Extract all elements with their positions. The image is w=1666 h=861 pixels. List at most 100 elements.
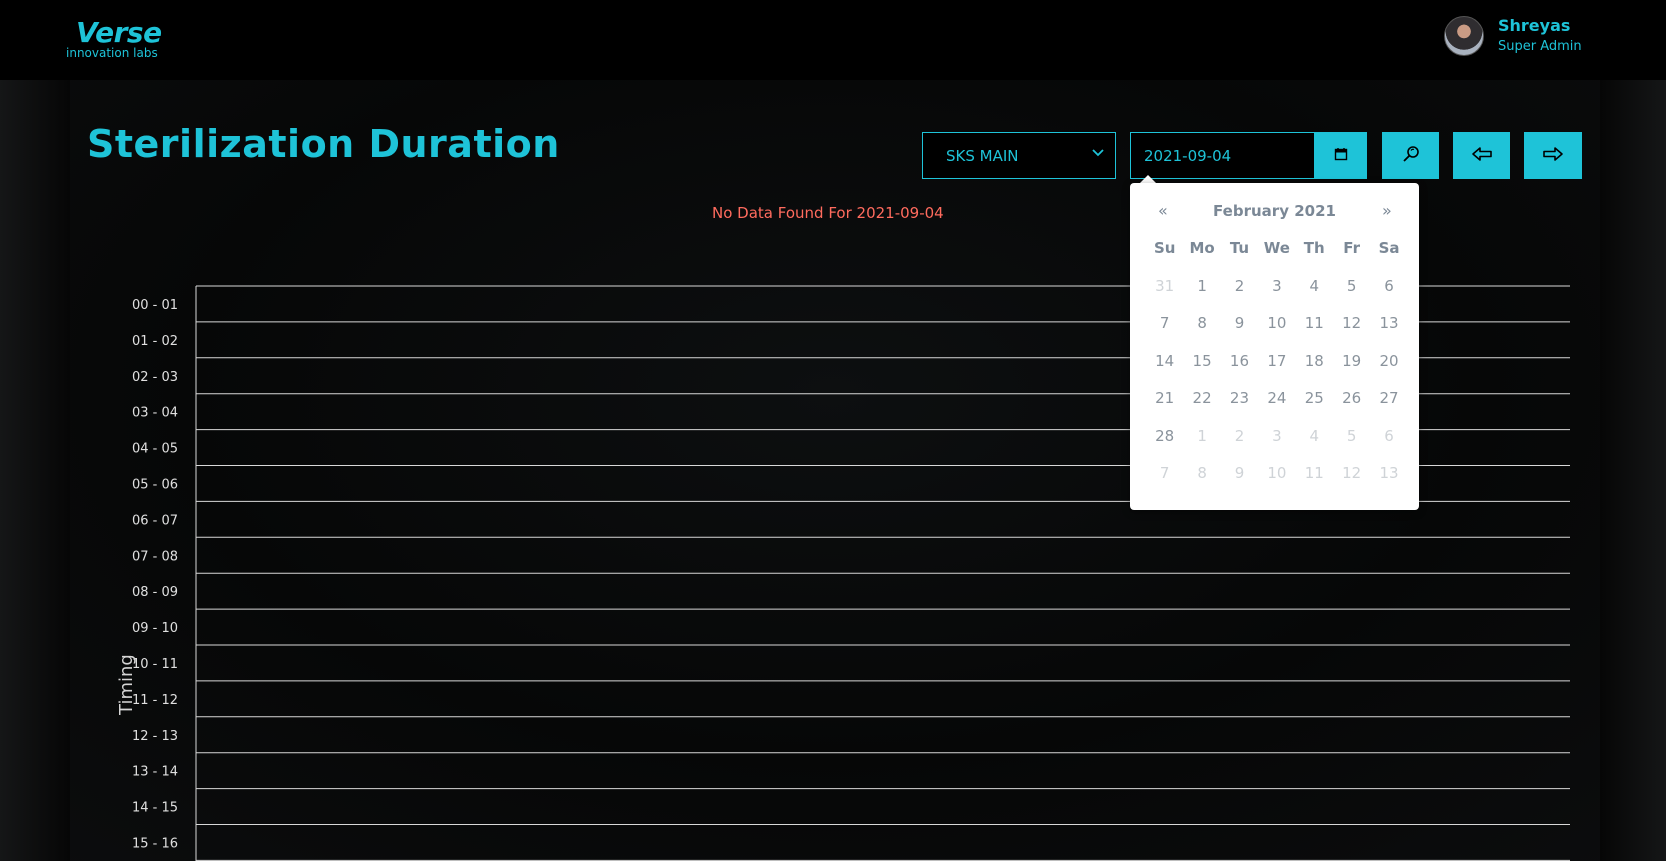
y-tick-label: 04 - 05 xyxy=(132,442,178,457)
weekday-label: Sa xyxy=(1378,239,1400,257)
arrow-left-icon xyxy=(1471,146,1493,166)
datepicker-day[interactable]: 18 xyxy=(1296,352,1333,390)
datepicker-day[interactable]: 19 xyxy=(1333,352,1370,390)
y-tick-label: 11 - 12 xyxy=(132,693,178,708)
datepicker-day[interactable]: 15 xyxy=(1183,352,1220,390)
datepicker-pointer xyxy=(1140,175,1156,183)
y-axis-title: Timing xyxy=(116,654,137,715)
date-input[interactable]: 2021-09-04 xyxy=(1130,132,1315,179)
datepicker-day[interactable]: 7 xyxy=(1146,464,1183,502)
datepicker-day[interactable]: 8 xyxy=(1183,464,1220,502)
location-select-value: SKS MAIN xyxy=(946,147,1019,165)
company-logo[interactable]: Verse innovation labs xyxy=(62,8,182,64)
datepicker-day[interactable]: 20 xyxy=(1370,352,1407,390)
datepicker-next-month[interactable]: » xyxy=(1382,201,1392,220)
datepicker-day[interactable]: 12 xyxy=(1333,314,1370,352)
datepicker-day[interactable]: 11 xyxy=(1296,314,1333,352)
user-role: Super Admin xyxy=(1498,39,1582,54)
datepicker-day[interactable]: 2 xyxy=(1221,277,1258,315)
datepicker-day[interactable]: 14 xyxy=(1146,352,1183,390)
datepicker-header: « February 2021 » xyxy=(1130,201,1419,223)
datepicker-week-row: 7 8 9 10 11 12 13 xyxy=(1146,464,1408,502)
datepicker-days: Su Mo Tu We Th Fr Sa 31 1 2 3 4 5 6 7 8 9 10 11 12 13 14 15 16 1… xyxy=(1146,239,1408,502)
datepicker-day[interactable]: 5 xyxy=(1333,277,1370,315)
datepicker-day[interactable]: 22 xyxy=(1183,389,1220,427)
datepicker-day[interactable]: 31 xyxy=(1146,277,1183,315)
previous-day-button[interactable] xyxy=(1453,132,1510,179)
logo-wordmark: Verse xyxy=(76,16,162,49)
datepicker-day[interactable]: 9 xyxy=(1221,314,1258,352)
user-name: Shreyas xyxy=(1498,16,1571,35)
next-day-button[interactable] xyxy=(1524,132,1582,179)
left-edge xyxy=(0,80,70,861)
datepicker-day[interactable]: 25 xyxy=(1296,389,1333,427)
datepicker-day[interactable]: 3 xyxy=(1258,427,1295,465)
arrow-right-icon xyxy=(1542,146,1564,166)
location-select[interactable]: SKS MAIN xyxy=(922,132,1116,179)
page-title: Sterilization Duration xyxy=(87,122,560,166)
search-icon xyxy=(1401,144,1421,168)
y-tick-label: 08 - 09 xyxy=(132,585,178,600)
datepicker-day[interactable]: 5 xyxy=(1333,427,1370,465)
top-bar: Verse innovation labs Shreyas Super Admi… xyxy=(0,0,1666,80)
datepicker-day[interactable]: 1 xyxy=(1183,427,1220,465)
datepicker-weekday-row: Su Mo Tu We Th Fr Sa xyxy=(1146,239,1408,277)
avatar[interactable] xyxy=(1444,16,1484,56)
weekday-label: Mo xyxy=(1189,239,1215,257)
y-tick-label: 02 - 03 xyxy=(132,370,178,385)
weekday-label: Th xyxy=(1303,239,1325,257)
datepicker-week-row: 28 1 2 3 4 5 6 xyxy=(1146,427,1408,465)
y-tick-label: 05 - 06 xyxy=(132,477,178,492)
y-tick-label: 00 - 01 xyxy=(132,298,178,313)
datepicker-week-row: 7 8 9 10 11 12 13 xyxy=(1146,314,1408,352)
datepicker-day[interactable]: 21 xyxy=(1146,389,1183,427)
logo-tagline: innovation labs xyxy=(66,46,158,60)
datepicker-day[interactable]: 11 xyxy=(1296,464,1333,502)
datepicker-week-row: 14 15 16 17 18 19 20 xyxy=(1146,352,1408,390)
datepicker-day[interactable]: 23 xyxy=(1221,389,1258,427)
no-data-message: No Data Found For 2021-09-04 xyxy=(712,204,944,222)
datepicker-month-switch[interactable]: February 2021 xyxy=(1130,202,1419,220)
datepicker-day[interactable]: 10 xyxy=(1258,314,1295,352)
datepicker-day[interactable]: 9 xyxy=(1221,464,1258,502)
datepicker-day[interactable]: 2 xyxy=(1221,427,1258,465)
calendar-button[interactable] xyxy=(1314,132,1367,179)
calendar-icon xyxy=(1334,146,1348,165)
date-input-value: 2021-09-04 xyxy=(1144,147,1232,165)
y-tick-label: 09 - 10 xyxy=(132,621,178,636)
datepicker-day[interactable]: 16 xyxy=(1221,352,1258,390)
datepicker-week-row: 31 1 2 3 4 5 6 xyxy=(1146,277,1408,315)
datepicker-day[interactable]: 4 xyxy=(1296,277,1333,315)
datepicker-day[interactable]: 10 xyxy=(1258,464,1295,502)
y-tick-label: 13 - 14 xyxy=(132,765,178,780)
datepicker-day[interactable]: 28 xyxy=(1146,427,1183,465)
user-profile[interactable]: Shreyas Super Admin xyxy=(1444,16,1644,60)
datepicker-day[interactable]: 6 xyxy=(1370,277,1407,315)
datepicker-day[interactable]: 4 xyxy=(1296,427,1333,465)
search-button[interactable] xyxy=(1382,132,1439,179)
datepicker-day[interactable]: 3 xyxy=(1258,277,1295,315)
datepicker-day[interactable]: 6 xyxy=(1370,427,1407,465)
y-tick-label: 01 - 02 xyxy=(132,334,178,349)
datepicker-day[interactable]: 24 xyxy=(1258,389,1295,427)
datepicker-day[interactable]: 8 xyxy=(1183,314,1220,352)
weekday-label: Tu xyxy=(1229,239,1250,257)
right-edge xyxy=(1600,80,1666,861)
chevron-down-icon xyxy=(1091,145,1105,163)
datepicker-day[interactable]: 12 xyxy=(1333,464,1370,502)
datepicker-week-row: 21 22 23 24 25 26 27 xyxy=(1146,389,1408,427)
y-tick-label: 12 - 13 xyxy=(132,729,178,744)
y-tick-label: 14 - 15 xyxy=(132,801,178,816)
datepicker-day[interactable]: 1 xyxy=(1183,277,1220,315)
datepicker-day[interactable]: 13 xyxy=(1370,464,1407,502)
weekday-label: Su xyxy=(1153,239,1176,257)
datepicker-day[interactable]: 7 xyxy=(1146,314,1183,352)
y-tick-label: 06 - 07 xyxy=(132,513,178,528)
y-tick-label: 07 - 08 xyxy=(132,549,178,564)
datepicker-day[interactable]: 13 xyxy=(1370,314,1407,352)
datepicker-day[interactable]: 27 xyxy=(1370,389,1407,427)
datepicker-day[interactable]: 26 xyxy=(1333,389,1370,427)
datepicker-popup: « February 2021 » Su Mo Tu We Th Fr Sa 31 1 2 3 4 5 6… xyxy=(1130,183,1419,510)
datepicker-day[interactable]: 17 xyxy=(1258,352,1295,390)
y-tick-label: 10 - 11 xyxy=(132,657,178,672)
